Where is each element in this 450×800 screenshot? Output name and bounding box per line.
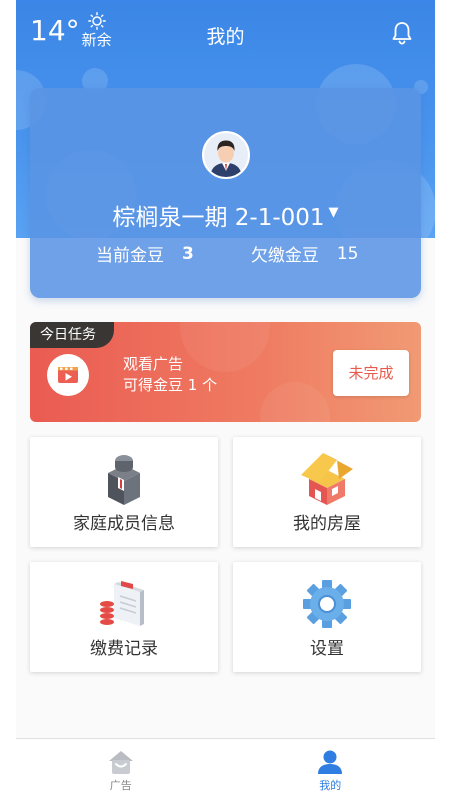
address-selector[interactable]: 棕榈泉一期 2-1-001 ▼ [30, 198, 421, 232]
tile-label: 家庭成员信息 [73, 514, 175, 534]
page-title: 我的 [206, 26, 245, 48]
tile-my-house[interactable]: 我的房屋 [233, 437, 421, 547]
current-beans-value: 3 [182, 243, 194, 264]
tile-settings[interactable]: 设置 [233, 562, 421, 672]
gear-icon [303, 580, 351, 628]
daily-task-banner[interactable]: 今日任务 观看广告 可得金豆 1 个 未完成 [30, 322, 421, 422]
current-beans-label: 当前金豆 [96, 246, 164, 266]
bell-icon[interactable] [389, 20, 415, 46]
tab-mine[interactable]: 我的 [226, 739, 436, 800]
video-play-icon [58, 367, 78, 383]
current-beans: 当前金豆 3 [96, 241, 194, 267]
owed-beans-value: 15 [336, 243, 359, 264]
user-icon [318, 750, 343, 774]
tile-label: 我的房屋 [293, 514, 361, 534]
task-status-button[interactable]: 未完成 [333, 350, 409, 396]
tile-label: 设置 [310, 639, 344, 659]
bean-summary: 当前金豆 3 欠缴金豆 15 [30, 241, 421, 267]
person-avatar-icon [204, 133, 248, 177]
tile-label: 缴费记录 [90, 639, 158, 659]
task-line-1: 观看广告 [123, 355, 184, 373]
tab-label: 广告 [109, 779, 132, 792]
tab-label: 我的 [319, 779, 342, 792]
home-icon [108, 751, 133, 774]
owed-beans: 欠缴金豆 15 [250, 241, 359, 267]
house-icon [301, 453, 353, 505]
app-frame: 14° 新余 我的 棕榈泉一期 2-1-001 ▼ 当前金豆 3 欠缴金豆 15… [16, 0, 435, 800]
profile-card: 棕榈泉一期 2-1-001 ▼ 当前金豆 3 欠缴金豆 15 [30, 88, 421, 298]
address-text: 棕榈泉一期 2-1-001 [112, 205, 325, 231]
task-description: 观看广告 可得金豆 1 个 [123, 354, 217, 396]
tab-ads[interactable]: 广告 [16, 739, 226, 800]
payment-record-icon [100, 581, 144, 626]
caret-down-icon: ▼ [328, 204, 339, 220]
task-icon-circle [47, 354, 89, 396]
decor-bubble [260, 382, 330, 422]
bottom-tab-bar: 广告 我的 [16, 738, 435, 800]
tile-family-members[interactable]: 家庭成员信息 [30, 437, 218, 547]
avatar[interactable] [202, 131, 250, 179]
task-tag: 今日任务 [30, 322, 114, 348]
task-line-2: 可得金豆 1 个 [123, 376, 218, 394]
tile-payment-records[interactable]: 缴费记录 [30, 562, 218, 672]
owed-beans-label: 欠缴金豆 [250, 246, 319, 266]
family-members-icon [108, 455, 140, 505]
